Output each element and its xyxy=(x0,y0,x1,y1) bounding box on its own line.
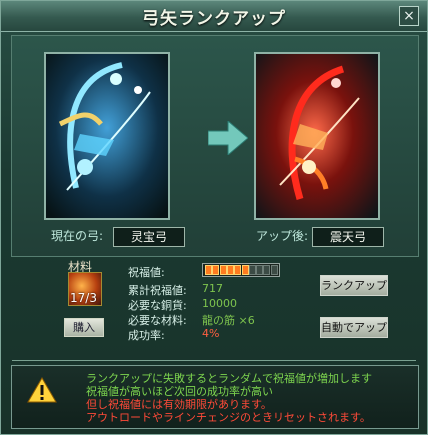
current-bow-name: 灵宝弓 xyxy=(113,227,185,247)
upgraded-bow-image xyxy=(254,52,380,220)
total-blessing-label: 累計祝福値: xyxy=(128,284,187,297)
blessing-label: 祝福値: xyxy=(128,266,165,279)
after-bow-label: アップ後: xyxy=(256,229,309,243)
title-bar: 弓矢ランクアップ × xyxy=(1,1,427,32)
blessing-segment xyxy=(270,265,278,275)
required-material-value: 龍の筋 ×6 xyxy=(202,314,255,327)
blessing-segment xyxy=(256,265,264,275)
close-icon[interactable]: × xyxy=(399,6,419,26)
rank-up-window: 弓矢ランクアップ × 現在の弓: 灵宝弓 アップ後: 震天弓 材料 17/3 購… xyxy=(0,0,428,435)
buy-button[interactable]: 購入 xyxy=(64,318,104,337)
window-title: 弓矢ランクアップ xyxy=(142,9,286,29)
current-bow-art xyxy=(46,54,168,218)
required-copper-label: 必要な銅貨: xyxy=(128,299,187,312)
blessing-segment xyxy=(219,265,227,275)
upgrade-arrow-icon xyxy=(208,121,248,155)
auto-up-button[interactable]: 自動でアップ xyxy=(320,317,388,338)
total-blessing-value: 717 xyxy=(202,282,223,295)
blessing-segment xyxy=(241,265,249,275)
success-rate-value: 4% xyxy=(202,327,220,340)
blessing-segment xyxy=(248,265,256,275)
current-bow-image xyxy=(44,52,170,220)
material-count: 17/3 xyxy=(70,291,97,305)
warning-icon xyxy=(27,377,57,403)
blessing-segment xyxy=(263,265,271,275)
after-bow-name: 震天弓 xyxy=(312,227,384,247)
rank-up-button[interactable]: ランクアップ xyxy=(320,275,388,296)
blessing-segment xyxy=(205,265,212,275)
required-copper-value: 10000 xyxy=(202,297,237,310)
upgraded-bow-art xyxy=(256,54,378,218)
blessing-segment xyxy=(234,265,242,275)
success-rate-label: 成功率: xyxy=(128,329,165,342)
blessing-segment xyxy=(212,265,220,275)
current-bow-label: 現在の弓: xyxy=(51,229,104,243)
blessing-segment xyxy=(226,265,234,275)
divider xyxy=(12,360,416,361)
required-material-label: 必要な材料: xyxy=(128,314,187,327)
notice-line-4: アウトロードやラインチェンジのときリセットされます。 xyxy=(86,411,371,424)
blessing-gauge xyxy=(202,263,280,277)
